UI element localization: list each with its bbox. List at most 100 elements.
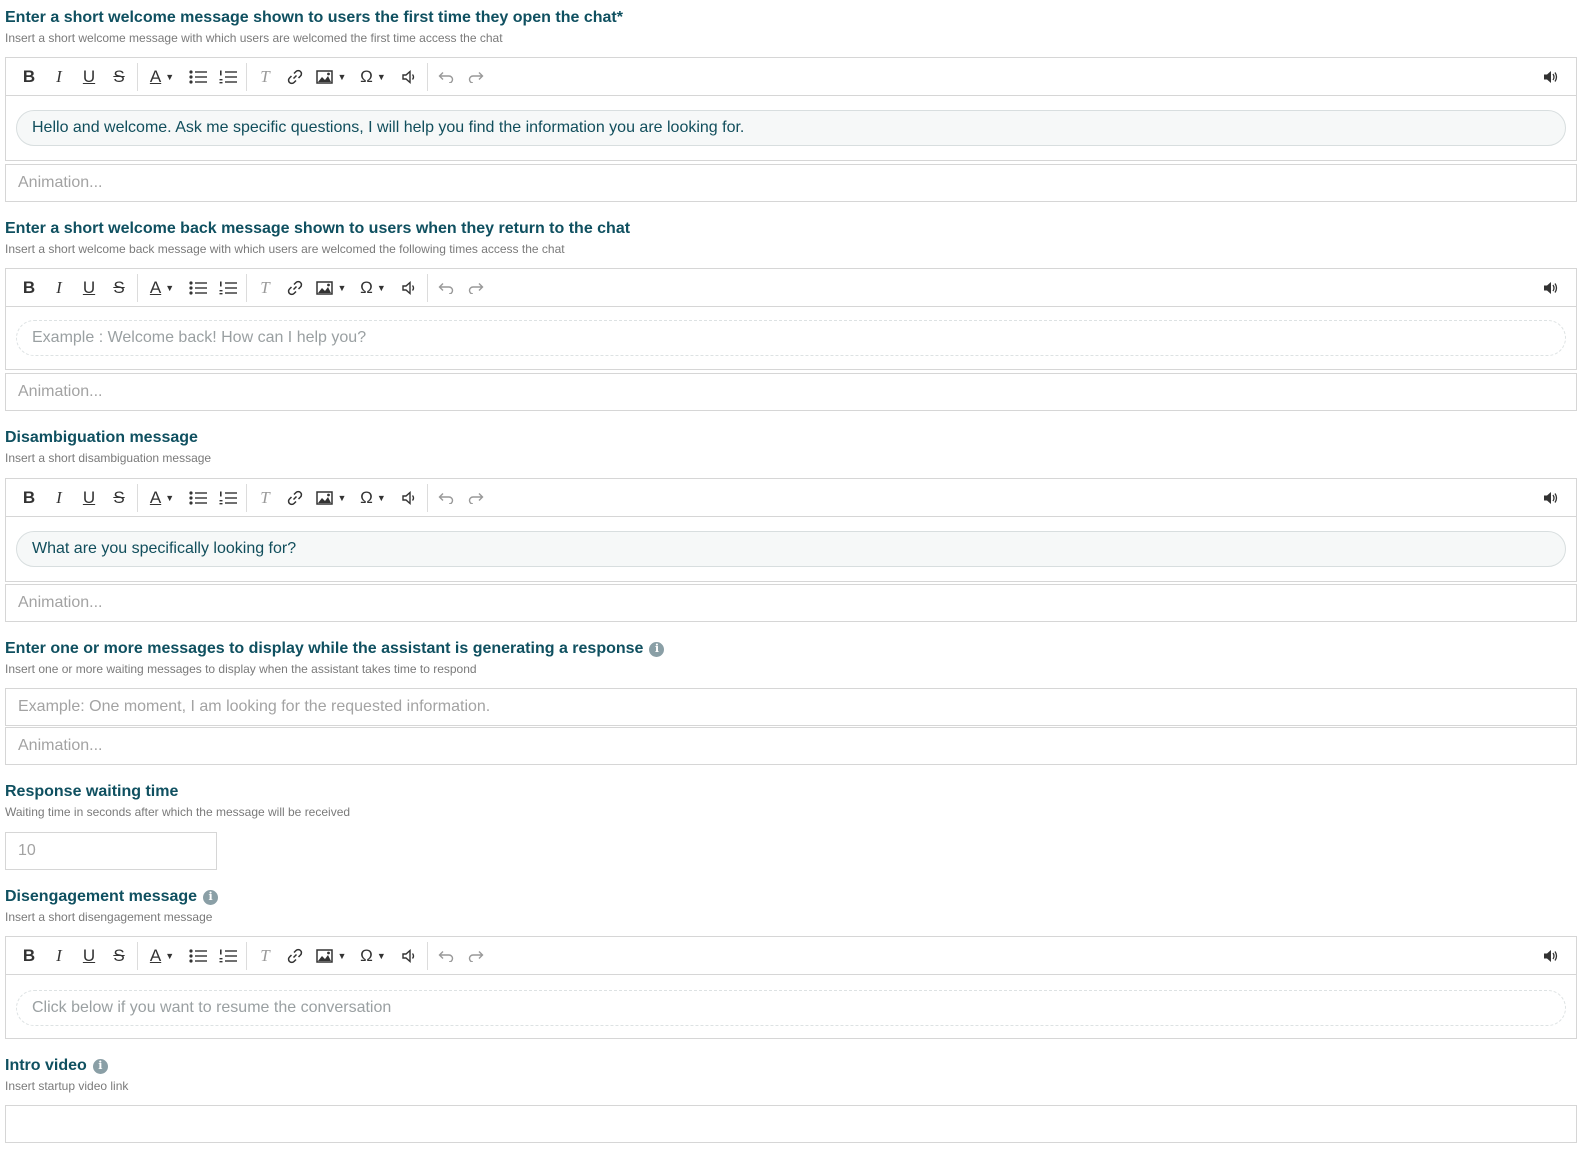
undo-button[interactable] (431, 484, 461, 512)
welcome-back-editor[interactable]: B I U S A ▼ T ▼ Ω ▼ Example : Welcome back… (5, 268, 1577, 370)
underline-button[interactable]: U (74, 942, 104, 970)
welcome-back-placeholder[interactable]: Example : Welcome back! How can I help y… (16, 320, 1566, 356)
audio-button[interactable] (394, 484, 424, 512)
bold-button[interactable]: B (14, 63, 44, 91)
strikethrough-button[interactable]: S (104, 484, 134, 512)
bulleted-list-button[interactable] (183, 942, 213, 970)
link-button[interactable] (280, 942, 310, 970)
disambiguation-editor[interactable]: B I U S A ▼ T ▼ Ω ▼ What are you specifica… (5, 478, 1577, 582)
waiting-animation-input[interactable]: Animation... (5, 727, 1577, 765)
response-time-input[interactable]: 10 (5, 832, 217, 870)
special-char-button[interactable]: Ω ▼ (352, 274, 394, 302)
speaker-icon (402, 490, 415, 505)
italic-button[interactable]: I (44, 274, 74, 302)
bulleted-list-icon (189, 948, 207, 963)
strikethrough-button[interactable]: S (104, 942, 134, 970)
image-button[interactable]: ▼ (310, 274, 352, 302)
welcome-animation-input[interactable]: Animation... (5, 164, 1577, 202)
image-button[interactable]: ▼ (310, 942, 352, 970)
special-char-button[interactable]: Ω ▼ (352, 484, 394, 512)
audio-button[interactable] (394, 274, 424, 302)
tts-button[interactable] (1536, 484, 1566, 512)
strikethrough-button[interactable]: S (104, 63, 134, 91)
welcome-editor[interactable]: B I U S A ▼ T ▼ Ω ▼ Hello and welcome. Ask… (5, 57, 1577, 161)
underline-button[interactable]: U (74, 274, 104, 302)
clear-format-button[interactable]: T (250, 484, 280, 512)
bold-button[interactable]: B (14, 942, 44, 970)
redo-button[interactable] (461, 274, 491, 302)
waiting-message-input[interactable]: Example: One moment, I am looking for th… (5, 688, 1577, 726)
redo-button[interactable] (461, 942, 491, 970)
editor-content[interactable]: Example : Welcome back! How can I help y… (6, 307, 1576, 369)
undo-button[interactable] (431, 942, 461, 970)
tts-button[interactable] (1536, 942, 1566, 970)
toolbar-divider (246, 941, 247, 970)
editor-toolbar: B I U S A ▼ T ▼ Ω ▼ (6, 479, 1576, 517)
clear-format-icon: T (260, 945, 270, 965)
italic-button[interactable]: I (44, 63, 74, 91)
disengagement-placeholder[interactable]: Click below if you want to resume the co… (16, 990, 1566, 1026)
toolbar-divider (137, 273, 138, 302)
image-button[interactable]: ▼ (310, 484, 352, 512)
underline-button[interactable]: U (74, 63, 104, 91)
intro-video-section: Intro video i Insert startup video link (5, 1056, 1577, 1094)
font-color-button[interactable]: A ▼ (141, 942, 183, 970)
clear-format-button[interactable]: T (250, 63, 280, 91)
clear-format-button[interactable]: T (250, 274, 280, 302)
intro-video-input[interactable] (5, 1105, 1577, 1143)
numbered-list-button[interactable] (213, 63, 243, 91)
undo-button[interactable] (431, 63, 461, 91)
link-button[interactable] (280, 484, 310, 512)
tts-button[interactable] (1536, 63, 1566, 91)
audio-button[interactable] (394, 63, 424, 91)
toolbar-divider (246, 483, 247, 512)
font-color-button[interactable]: A ▼ (141, 274, 183, 302)
strikethrough-button[interactable]: S (104, 274, 134, 302)
clear-format-icon: T (260, 66, 270, 86)
undo-button[interactable] (431, 274, 461, 302)
font-color-button[interactable]: A ▼ (141, 484, 183, 512)
font-color-button[interactable]: A ▼ (141, 63, 183, 91)
info-icon[interactable]: i (203, 889, 219, 905)
welcome-title: Enter a short welcome message shown to u… (5, 9, 623, 26)
bulleted-list-button[interactable] (183, 484, 213, 512)
undo-icon (438, 282, 454, 294)
welcome-message-bubble[interactable]: Hello and welcome. Ask me specific quest… (16, 110, 1566, 146)
redo-button[interactable] (461, 63, 491, 91)
chevron-down-icon: ▼ (337, 71, 347, 82)
bulleted-list-button[interactable] (183, 63, 213, 91)
special-char-button[interactable]: Ω ▼ (352, 942, 394, 970)
info-icon[interactable]: i (649, 641, 665, 657)
numbered-list-button[interactable] (213, 484, 243, 512)
bulleted-list-icon (189, 490, 207, 505)
link-button[interactable] (280, 63, 310, 91)
numbered-list-icon (219, 949, 237, 962)
font-color-icon: A (149, 277, 162, 297)
editor-toolbar: B I U S A ▼ T ▼ Ω ▼ (6, 937, 1576, 975)
numbered-list-button[interactable] (213, 274, 243, 302)
disambiguation-message-bubble[interactable]: What are you specifically looking for? (16, 531, 1566, 567)
audio-button[interactable] (394, 942, 424, 970)
link-button[interactable] (280, 274, 310, 302)
underline-button[interactable]: U (74, 484, 104, 512)
chevron-down-icon: ▼ (376, 71, 386, 82)
toolbar-divider (137, 483, 138, 512)
tts-button[interactable] (1536, 274, 1566, 302)
editor-content[interactable]: Hello and welcome. Ask me specific quest… (6, 96, 1576, 160)
clear-format-button[interactable]: T (250, 942, 280, 970)
italic-button[interactable]: I (44, 942, 74, 970)
editor-content[interactable]: What are you specifically looking for? (6, 517, 1576, 581)
bold-button[interactable]: B (14, 274, 44, 302)
editor-content[interactable]: Click below if you want to resume the co… (6, 975, 1576, 1038)
image-button[interactable]: ▼ (310, 63, 352, 91)
disengagement-editor[interactable]: B I U S A ▼ T ▼ Ω ▼ Click below if you wan… (5, 936, 1577, 1039)
info-icon[interactable]: i (92, 1058, 108, 1074)
disambiguation-animation-input[interactable]: Animation... (5, 584, 1577, 622)
italic-button[interactable]: I (44, 484, 74, 512)
numbered-list-button[interactable] (213, 942, 243, 970)
special-char-button[interactable]: Ω ▼ (352, 63, 394, 91)
redo-button[interactable] (461, 484, 491, 512)
welcome-back-animation-input[interactable]: Animation... (5, 373, 1577, 411)
bold-button[interactable]: B (14, 484, 44, 512)
bulleted-list-button[interactable] (183, 274, 213, 302)
